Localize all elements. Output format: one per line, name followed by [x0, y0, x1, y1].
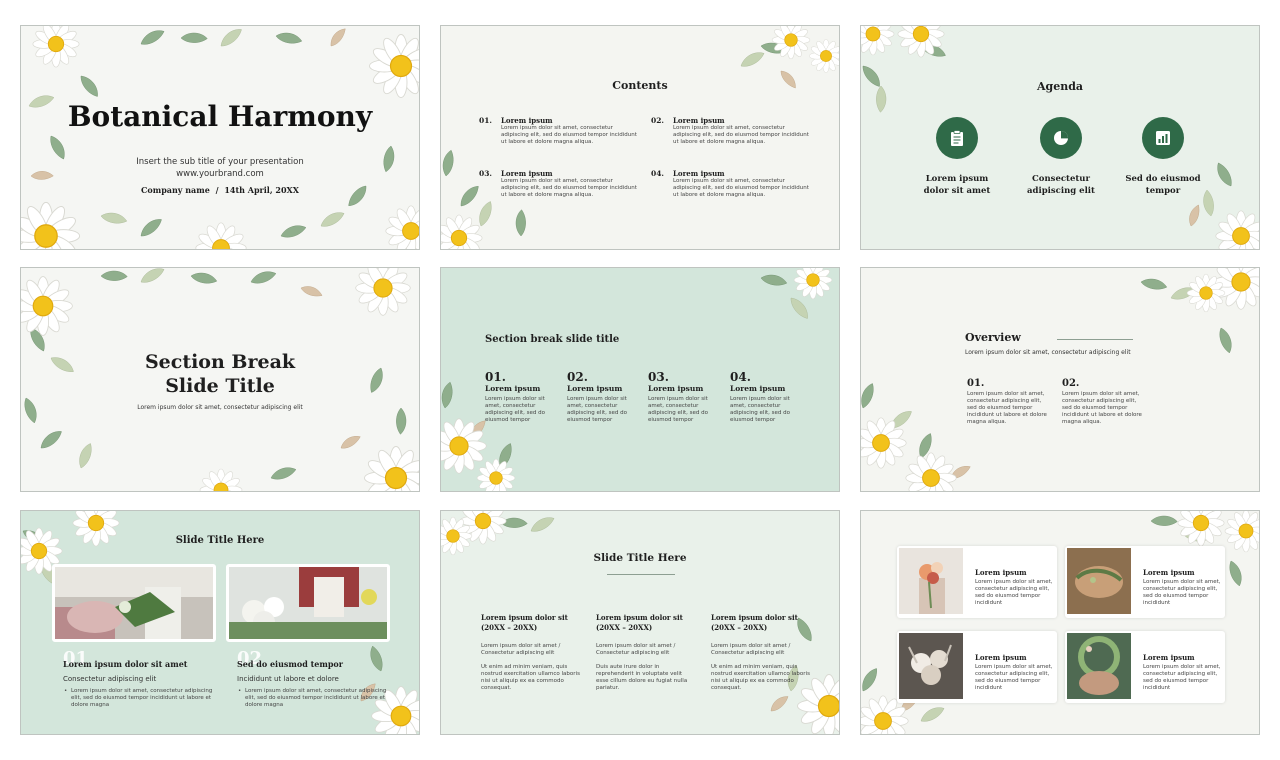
- section-title: Section Break Slide Title: [144, 351, 296, 397]
- info-card-2: Lorem ipsum Lorem ipsum dolor sit amet, …: [1065, 546, 1225, 618]
- slide-7-photos[interactable]: Slide Title Here 01 Lorem ipsum dolor si…: [20, 510, 420, 735]
- slide-title: Contents: [612, 79, 668, 92]
- photo-caption-2: 02 Sed do eiusmod tempor Incididunt ut l…: [237, 648, 387, 708]
- presentation-title: Botanical Harmony: [67, 100, 373, 133]
- section-item-2: 02. Lorem ipsum Lorem ipsum dolor sit am…: [567, 370, 627, 423]
- company-name: Company name: [141, 185, 210, 195]
- agenda-item-2: Consectetur adipiscing elit: [1027, 174, 1095, 196]
- slide-8-timeline[interactable]: Slide Title Here Lorem ipsum dolor sit (…: [440, 510, 840, 735]
- info-card-3: Lorem ipsum Lorem ipsum dolor sit amet, …: [897, 631, 1057, 703]
- card-photo: [899, 633, 963, 699]
- section-item-4: 04. Lorem ipsum Lorem ipsum dolor sit am…: [730, 370, 790, 423]
- slide-6-overview[interactable]: Overview Lorem ipsum dolor sit amet, con…: [860, 267, 1260, 492]
- timeline-col-2: Lorem ipsum dolor sit (20XX – 20XX) Lore…: [596, 613, 688, 691]
- clipboard-icon: [936, 117, 978, 159]
- presentation-date: 14th April, 20XX: [224, 185, 299, 195]
- slide-title: Section break slide title: [485, 334, 620, 345]
- info-card-4: Lorem ipsum Lorem ipsum dolor sit amet, …: [1065, 631, 1225, 703]
- card-photo: [899, 548, 963, 614]
- timeline-col-1: Lorem ipsum dolor sit (20XX – 20XX) Lore…: [481, 613, 580, 691]
- slide-9-cards[interactable]: Lorem ipsum Lorem ipsum dolor sit amet, …: [860, 510, 1260, 735]
- slide-title: Agenda: [1036, 80, 1084, 93]
- section-item-3: 03. Lorem ipsum Lorem ipsum dolor sit am…: [648, 370, 708, 423]
- photo-caption-1: 01 Lorem ipsum dolor sit amet Consectetu…: [63, 648, 223, 708]
- section-subtitle: Lorem ipsum dolor sit amet, consectetur …: [137, 404, 303, 411]
- florist-photo-1: [52, 564, 216, 642]
- card-photo: [1067, 548, 1131, 614]
- timeline-col-3: Lorem ipsum dolor sit (20XX – 20XX) Lore…: [711, 613, 810, 691]
- bar-chart-icon: [1142, 117, 1184, 159]
- card-photo: [1067, 633, 1131, 699]
- agenda-item-3: Sed do eiusmod tempor: [1125, 174, 1201, 196]
- slide-title: Slide Title Here: [593, 552, 687, 564]
- photo-image: [229, 567, 387, 639]
- slide-1-title[interactable]: Botanical Harmony Insert the sub title o…: [20, 25, 420, 250]
- slide-3-agenda[interactable]: Agenda Lorem ipsum dolor sit amet Consec…: [860, 25, 1260, 250]
- slide-5-section-break-items[interactable]: Section break slide title 01. Lorem ipsu…: [440, 267, 840, 492]
- slide-subtitle: Lorem ipsum dolor sit amet, consectetur …: [965, 349, 1131, 356]
- pie-chart-icon: [1040, 117, 1082, 159]
- floral-decoration: [21, 26, 419, 249]
- slide-2-contents[interactable]: Contents 01. Lorem ipsum Lorem ipsum dol…: [440, 25, 840, 250]
- slide-title: Slide Title Here: [175, 535, 265, 546]
- info-card-1: Lorem ipsum Lorem ipsum dolor sit amet, …: [897, 546, 1057, 618]
- presentation-subtitle: Insert the sub title of your presentatio…: [136, 157, 304, 167]
- title-divider: [607, 574, 675, 575]
- agenda-item-1: Lorem ipsum dolor sit amet: [923, 174, 991, 196]
- brand-url: www.yourbrand.com: [176, 169, 264, 179]
- overview-item-1: 01. Lorem ipsum dolor sit amet, consecte…: [967, 378, 1047, 425]
- title-divider: [1057, 339, 1133, 340]
- florist-photo-2: [226, 564, 390, 642]
- separator: /: [215, 185, 219, 195]
- slide-4-section-break[interactable]: Section Break Slide Title Lorem ipsum do…: [20, 267, 420, 492]
- photo-image: [55, 567, 213, 639]
- floral-decoration: [861, 268, 1259, 491]
- section-item-1: 01. Lorem ipsum Lorem ipsum dolor sit am…: [485, 370, 545, 423]
- company-line: Company name / 14th April, 20XX: [21, 185, 419, 195]
- slide-title: Overview: [965, 331, 1021, 344]
- overview-item-2: 02. Lorem ipsum dolor sit amet, consecte…: [1062, 378, 1142, 425]
